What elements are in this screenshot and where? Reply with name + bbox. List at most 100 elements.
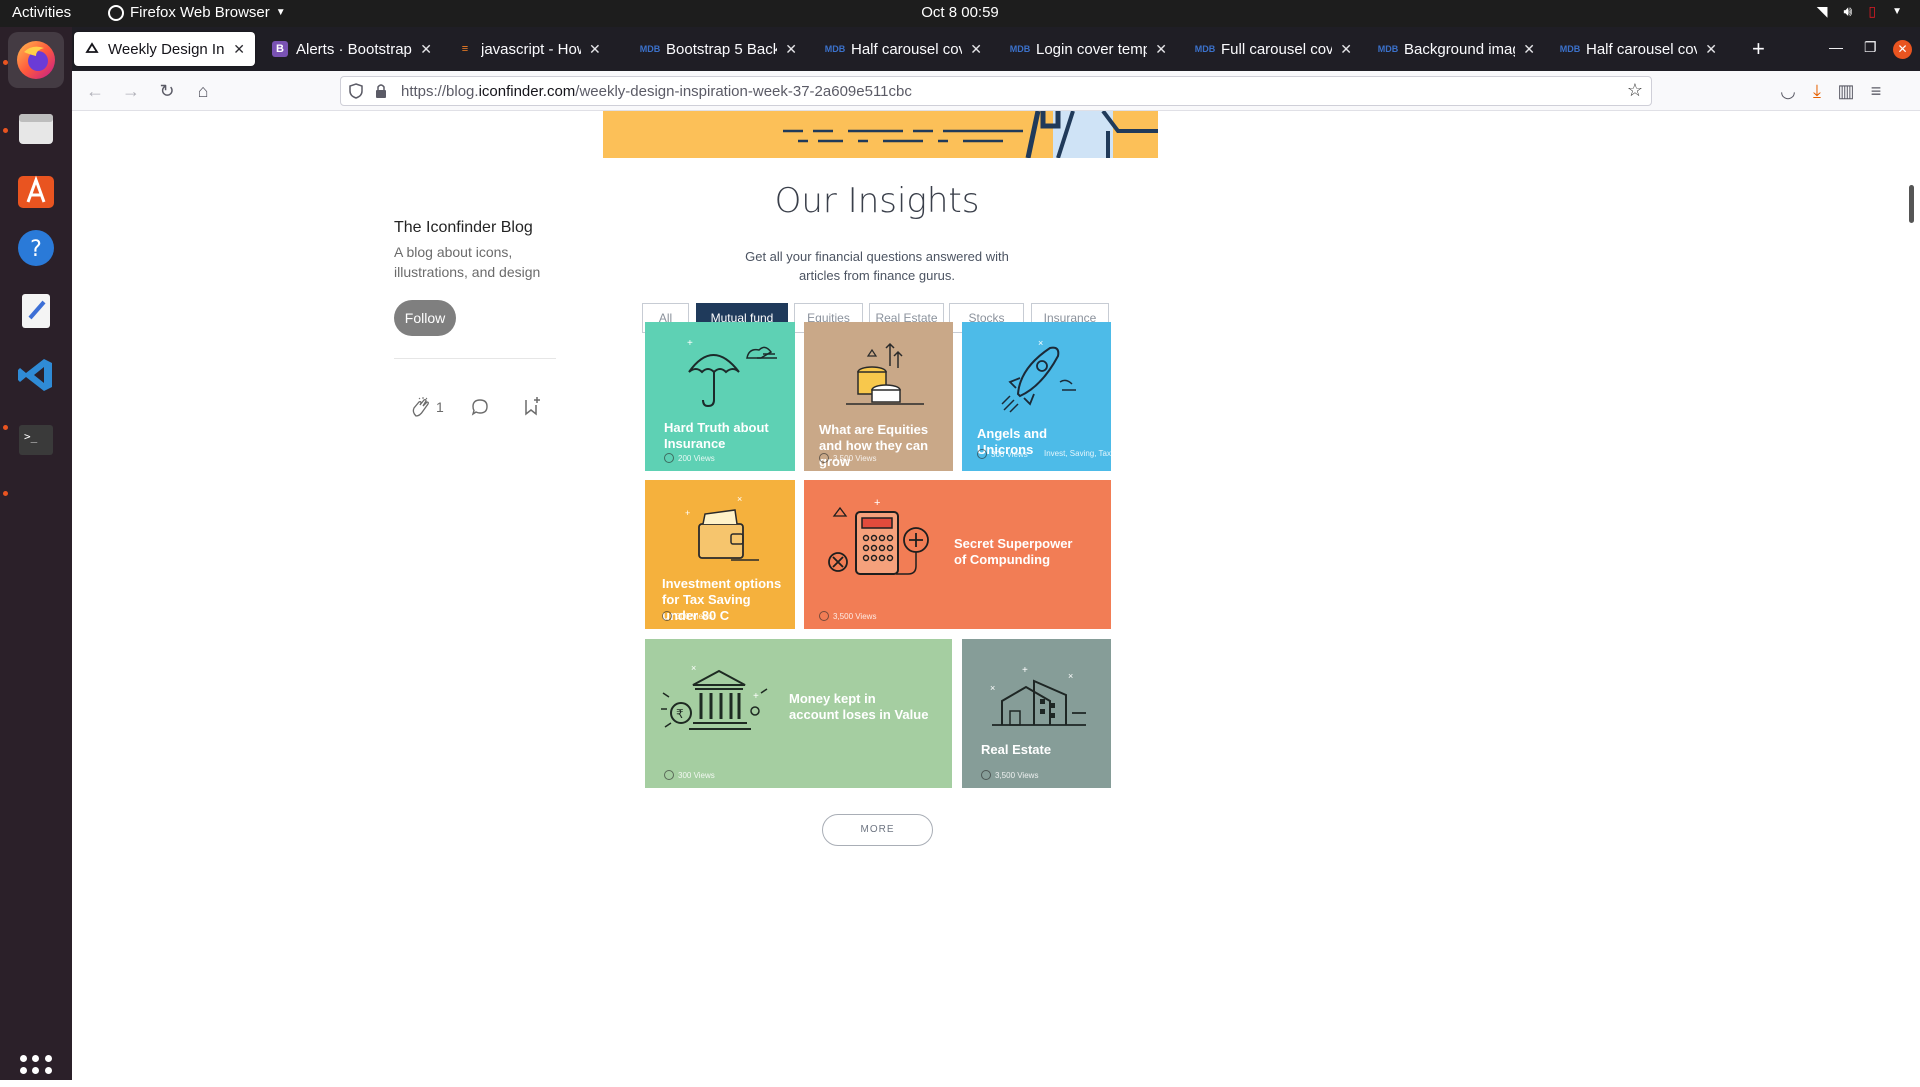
scrollbar-thumb[interactable] — [1909, 185, 1914, 223]
url-text[interactable]: https://blog.iconfinder.com/weekly-desig… — [401, 83, 912, 100]
power-menu-icon: ▼ — [1892, 6, 1902, 17]
help-icon: ? — [18, 230, 54, 266]
lock-icon[interactable] — [375, 83, 387, 99]
card-title: Hard Truth about Insurance — [664, 420, 769, 451]
clock-icon — [662, 611, 672, 621]
close-tab-icon[interactable]: ✕ — [1340, 41, 1352, 58]
tab-bootstrap-background[interactable]: MDB Bootstrap 5 Backgr ✕ — [632, 32, 807, 66]
clock-icon — [664, 453, 674, 463]
clock-icon — [977, 449, 987, 459]
running-indicator — [3, 491, 8, 496]
close-tab-icon[interactable]: ✕ — [420, 41, 432, 58]
insight-card-real-estate[interactable]: × + × Real Estate 3,500 Views — [962, 639, 1111, 788]
address-bar[interactable]: https://blog.iconfinder.com/weekly-desig… — [340, 76, 1652, 106]
tab-half-carousel-2[interactable]: MDB Half carousel cover ✕ — [1552, 32, 1727, 66]
svg-text:+: + — [874, 497, 880, 509]
comment-icon[interactable] — [470, 397, 490, 417]
pocket-icon[interactable]: ◡ — [1776, 79, 1800, 103]
show-applications-icon[interactable] — [20, 1055, 52, 1087]
mdb-icon: MDB — [824, 44, 846, 54]
insight-card-equities[interactable]: What are Equities and how they can grow … — [804, 322, 953, 471]
tab-weekly-design[interactable]: Weekly Design Insp ✕ — [74, 32, 255, 66]
svg-text:₹: ₹ — [676, 707, 684, 721]
more-button[interactable]: MORE — [822, 814, 933, 846]
header-illustration-art — [783, 111, 1158, 158]
system-clock[interactable]: Oct 8 00:59 — [0, 4, 1920, 21]
close-tab-icon[interactable]: ✕ — [1523, 41, 1535, 58]
svg-text:+: + — [687, 338, 693, 349]
close-tab-icon[interactable]: ✕ — [970, 41, 982, 58]
reload-icon[interactable]: ↻ — [155, 79, 179, 103]
tab-title: javascript - How ca — [481, 40, 581, 58]
tab-full-carousel[interactable]: MDB Full carousel cover ✕ — [1187, 32, 1362, 66]
back-icon[interactable]: ← — [83, 79, 107, 103]
clap-icon[interactable] — [410, 396, 432, 418]
card-views: 3,500 Views — [819, 453, 876, 463]
insight-card-angels[interactable]: × Angels and Unicrons 300 Views Invest, … — [962, 322, 1111, 471]
tracking-protection-icon[interactable] — [349, 83, 363, 99]
card-views: 200 Views — [664, 453, 715, 463]
close-tab-icon[interactable]: ✕ — [589, 41, 601, 58]
clock-icon — [819, 453, 829, 463]
views-count: 3,500 Views — [833, 453, 877, 463]
close-tab-icon[interactable]: ✕ — [1155, 41, 1167, 58]
dock-help[interactable]: ? — [8, 220, 64, 276]
wifi-icon: ◥ — [1816, 3, 1828, 19]
close-tab-icon[interactable]: ✕ — [233, 41, 245, 58]
follow-button[interactable]: Follow — [394, 300, 456, 336]
blog-title[interactable]: The Iconfinder Blog — [394, 219, 533, 237]
tab-background-image[interactable]: MDB Background image ✕ — [1370, 32, 1545, 66]
browser-tab-strip: Weekly Design Insp ✕ B Alerts · Bootstra… — [72, 27, 1920, 71]
running-indicator — [3, 128, 8, 133]
system-tray[interactable]: ◥ 🔊︎ ▯ ▼ — [1817, 3, 1902, 20]
insight-card-tax-saving[interactable]: + × Investment options for Tax Saving un… — [645, 480, 795, 629]
close-tab-icon[interactable]: ✕ — [1705, 41, 1717, 58]
vscode-icon — [18, 359, 52, 391]
insights-subtitle: Get all your financial questions answere… — [745, 249, 1009, 283]
menu-icon[interactable]: ≡ — [1864, 79, 1888, 103]
dock-software[interactable] — [8, 162, 64, 218]
tab-half-carousel-1[interactable]: MDB Half carousel cover ✕ — [817, 32, 992, 66]
bookmark-star-icon[interactable]: ☆ — [1627, 80, 1643, 101]
dock-firefox[interactable] — [8, 32, 64, 88]
card-views: 3,500 Views — [819, 611, 876, 621]
forward-icon[interactable]: → — [119, 79, 143, 103]
close-tab-icon[interactable]: ✕ — [785, 41, 797, 58]
files-icon — [19, 114, 53, 144]
insight-card-compounding[interactable]: + Secret Superpower of Compunding 3,500 … — [804, 480, 1111, 629]
home-icon[interactable]: ⌂ — [191, 79, 215, 103]
insight-card-money-value[interactable]: ₹ × + Money kept in account loses in Val… — [645, 639, 952, 788]
tab-title: Bootstrap 5 Backgr — [666, 40, 778, 58]
downloads-icon[interactable]: ⤓ — [1805, 79, 1829, 103]
tab-login-cover[interactable]: MDB Login cover templa ✕ — [1002, 32, 1177, 66]
window-close-icon[interactable]: ✕ — [1893, 40, 1912, 59]
restore-icon[interactable]: ❐ — [1864, 39, 1877, 56]
dock-text-editor[interactable] — [8, 282, 64, 338]
minimize-icon[interactable]: — — [1829, 39, 1843, 55]
new-tab-icon[interactable]: + — [1752, 36, 1765, 62]
blog-description: A blog about icons, illustrations, and d… — [394, 244, 541, 280]
tab-alerts-bootstrap[interactable]: B Alerts · Bootstrap ✕ — [262, 32, 442, 66]
tab-title: Background image — [1404, 40, 1515, 58]
sidebar-icon[interactable]: ▥ — [1834, 79, 1858, 103]
svg-text:+: + — [685, 508, 690, 518]
url-path: /weekly-design-inspiration-week-37-2a609… — [575, 83, 912, 100]
tab-stackoverflow[interactable]: ≡ javascript - How ca ✕ — [447, 32, 617, 66]
tab-title: Half carousel cover — [1586, 40, 1697, 58]
bookmark-add-icon[interactable] — [523, 396, 541, 416]
views-count: 3,500 Views — [995, 770, 1039, 780]
running-indicator — [3, 60, 8, 65]
dock-terminal[interactable]: >_ — [8, 412, 64, 468]
clock-icon — [819, 611, 829, 621]
insight-card-insurance[interactable]: + Hard Truth about Insurance 200 Views — [645, 322, 795, 471]
text-editor-icon — [22, 294, 50, 328]
rocket-icon: × — [1001, 338, 1076, 413]
dock-vscode[interactable] — [8, 347, 64, 403]
battery-icon: ▯ — [1868, 3, 1877, 19]
medium-icon — [84, 41, 100, 57]
clap-count: 1 — [436, 399, 444, 415]
ubuntu-dock: ? >_ — [0, 27, 72, 1087]
svg-text:×: × — [990, 683, 995, 693]
dock-files[interactable] — [8, 100, 64, 156]
wallet-icon: + × — [685, 494, 759, 561]
